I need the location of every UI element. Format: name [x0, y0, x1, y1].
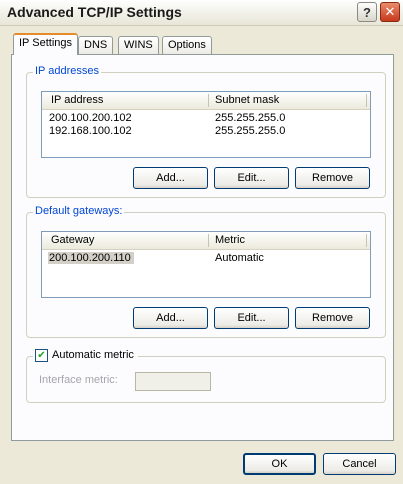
subnet-mask-cell: 255.255.255.0	[215, 112, 286, 124]
ok-button[interactable]: OK	[243, 453, 316, 475]
metric-cell: Automatic	[215, 252, 264, 264]
column-header-subnet-mask[interactable]: Subnet mask	[215, 94, 279, 106]
metric-group: ✔ Automatic metric Interface metric:	[26, 349, 386, 403]
ip-edit-button[interactable]: Edit...	[214, 167, 289, 189]
window-title: Advanced TCP/IP Settings	[7, 4, 182, 20]
ip-addresses-group-label: IP addresses	[33, 65, 102, 77]
tab-ip-settings[interactable]: IP Settings	[13, 33, 78, 55]
ip-address-cell: 200.100.200.102	[49, 112, 132, 124]
gateway-cell: 200.100.200.110	[48, 252, 134, 264]
ip-address-list[interactable]: IP address Subnet mask 200.100.200.102 2…	[41, 91, 371, 158]
help-icon: ?	[363, 4, 371, 20]
column-header-gateway[interactable]: Gateway	[51, 234, 94, 246]
ip-address-cell: 192.168.100.102	[49, 125, 132, 137]
subnet-mask-cell: 255.255.255.0	[215, 125, 286, 137]
gateway-add-button[interactable]: Add...	[133, 307, 208, 329]
column-divider[interactable]	[366, 234, 367, 247]
column-divider[interactable]	[208, 234, 209, 247]
ip-addresses-group: IP addresses IP address Subnet mask 200.…	[26, 65, 386, 198]
gateway-list-header: Gateway Metric	[42, 232, 370, 250]
default-gateways-group: Default gateways: Gateway Metric 200.100…	[26, 205, 386, 338]
column-divider[interactable]	[366, 94, 367, 107]
gateway-edit-button[interactable]: Edit...	[214, 307, 289, 329]
ip-add-button[interactable]: Add...	[133, 167, 208, 189]
help-button[interactable]: ?	[357, 2, 377, 22]
interface-metric-label: Interface metric:	[39, 374, 118, 386]
automatic-metric-label: Automatic metric	[52, 349, 134, 361]
gateway-list[interactable]: Gateway Metric 200.100.200.110 Automatic	[41, 231, 371, 298]
close-button[interactable]: ✕	[380, 2, 400, 22]
column-header-metric[interactable]: Metric	[215, 234, 245, 246]
automatic-metric-checkbox[interactable]: ✔	[35, 349, 48, 362]
interface-metric-input[interactable]	[135, 372, 211, 391]
tab-dns[interactable]: DNS	[78, 36, 114, 54]
ip-list-header: IP address Subnet mask	[42, 92, 370, 110]
close-icon: ✕	[384, 4, 396, 19]
column-divider[interactable]	[208, 94, 209, 107]
default-gateways-group-label: Default gateways:	[33, 205, 125, 217]
cancel-button[interactable]: Cancel	[323, 453, 396, 475]
tab-wins[interactable]: WINS	[118, 36, 159, 54]
title-bar: Advanced TCP/IP Settings ? ✕	[0, 0, 403, 26]
tab-panel-ip-settings: IP addresses IP address Subnet mask 200.…	[11, 54, 394, 441]
column-header-ip-address[interactable]: IP address	[51, 94, 103, 106]
automatic-metric-option[interactable]: ✔ Automatic metric	[33, 349, 138, 363]
tab-options[interactable]: Options	[162, 36, 212, 54]
gateway-remove-button[interactable]: Remove	[295, 307, 370, 329]
ip-remove-button[interactable]: Remove	[295, 167, 370, 189]
checkmark-icon: ✔	[37, 349, 46, 361]
